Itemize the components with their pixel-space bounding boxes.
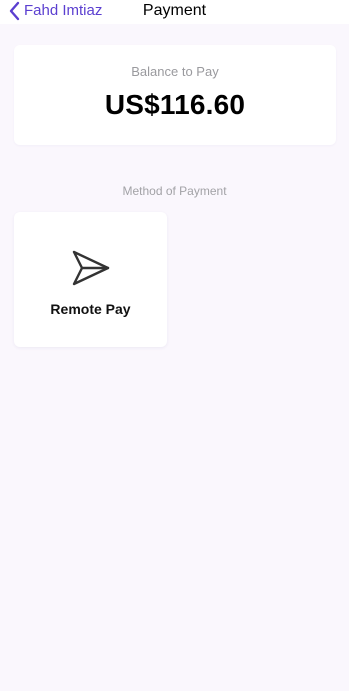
back-button-label: Fahd Imtiaz — [24, 2, 103, 19]
back-button[interactable]: Fahd Imtiaz — [8, 0, 102, 22]
balance-label: Balance to Pay — [131, 64, 219, 79]
nav-bar: Fahd Imtiaz Payment — [0, 0, 349, 24]
send-icon — [69, 246, 113, 290]
remote-pay-button[interactable]: Remote Pay — [14, 212, 167, 347]
remote-pay-label: Remote Pay — [50, 301, 131, 317]
balance-amount: US$116.60 — [104, 89, 246, 120]
balance-card: Balance to Pay US$116.60 — [14, 45, 336, 145]
payment-method-section-label: Method of Payment — [122, 184, 227, 198]
page-title: Payment — [142, 2, 207, 19]
chevron-left-icon — [8, 1, 20, 21]
